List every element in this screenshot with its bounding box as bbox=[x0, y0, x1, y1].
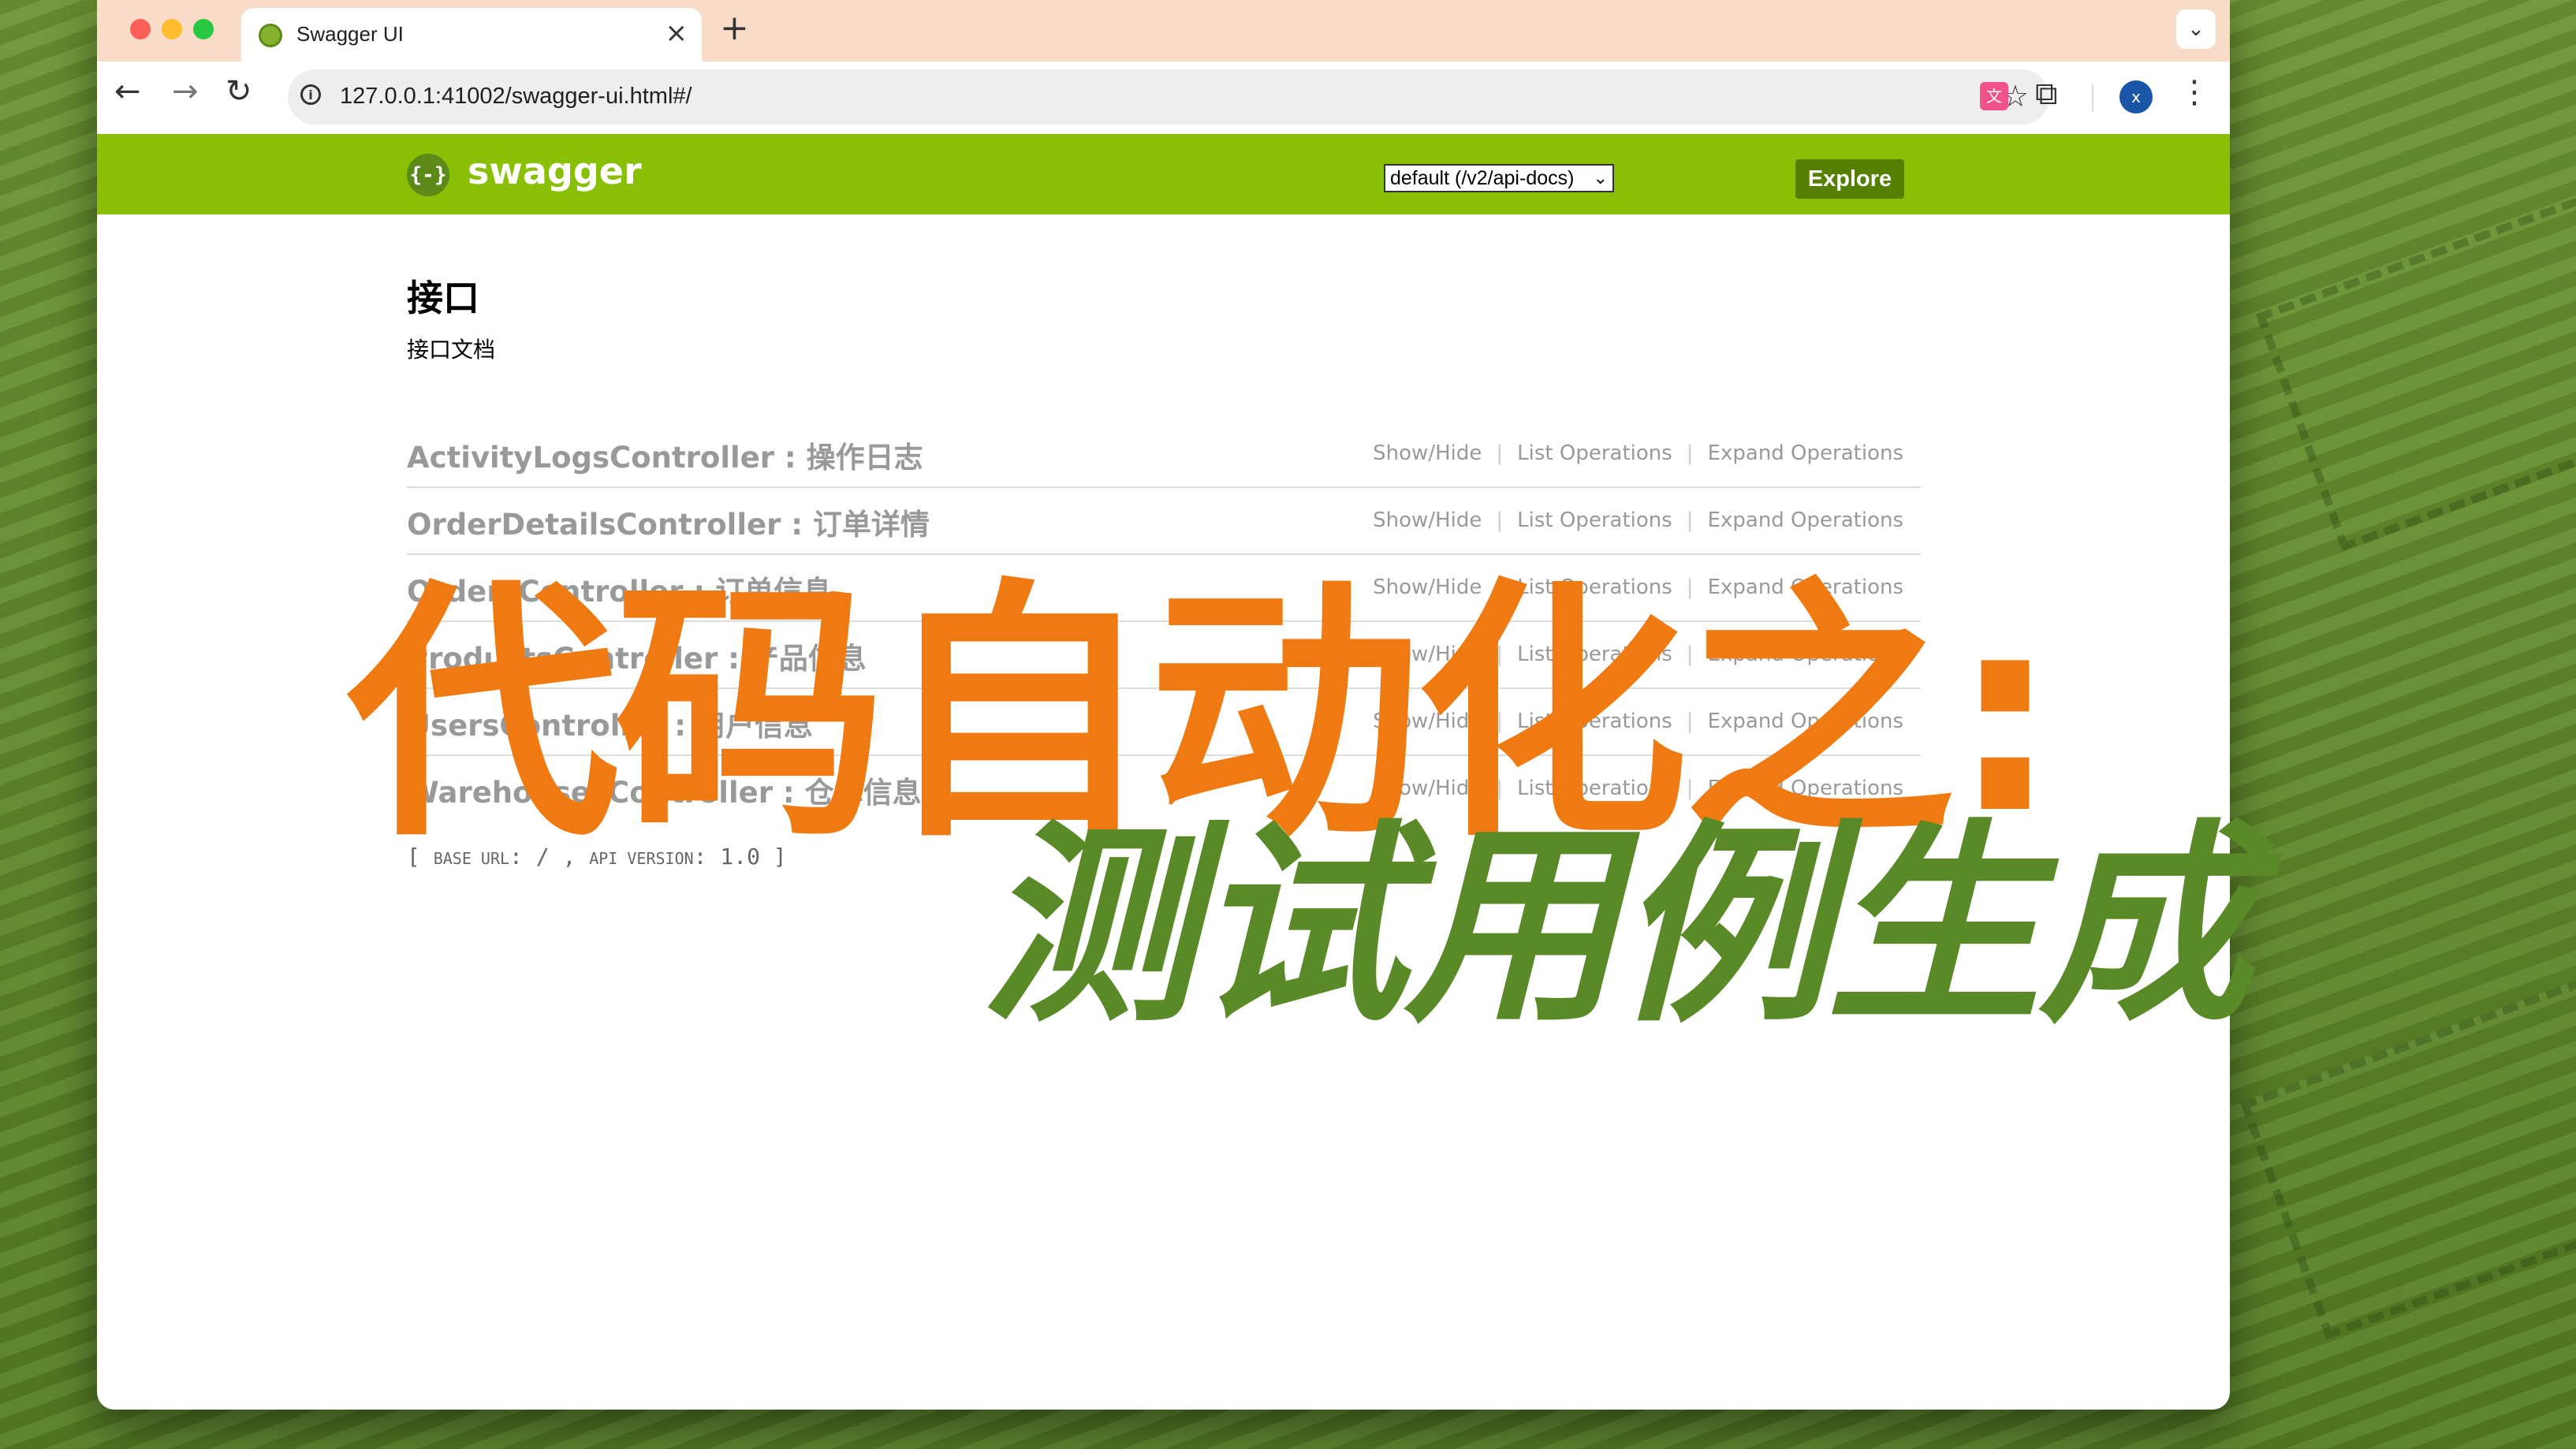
site-info-icon[interactable]: i bbox=[300, 84, 321, 105]
reload-icon[interactable]: ↻ bbox=[226, 76, 252, 107]
browser-menu-icon[interactable]: ⋮ bbox=[2179, 74, 2210, 110]
resource-row: ActivityLogsController : 操作日志 Show/Hide |… bbox=[407, 421, 1921, 488]
resource-operations: Show/Hide | List Operations | Expand Operati… bbox=[1373, 508, 1903, 532]
swagger-logo-text[interactable]: swagger bbox=[468, 150, 642, 192]
forward-icon[interactable]: → bbox=[172, 76, 199, 107]
toolbar-divider bbox=[2092, 84, 2093, 112]
window-close-button[interactable] bbox=[130, 19, 151, 39]
window-maximize-button[interactable] bbox=[193, 19, 214, 39]
browser-toolbar: ← → ↻ i 127.0.0.1:41002/swagger-ui.html#… bbox=[97, 61, 2230, 135]
resource-operations: Show/Hide | List Operations | Expand Operati… bbox=[1373, 441, 1903, 465]
tab-bar: Swagger UI × + ⌄ bbox=[97, 0, 2230, 61]
list-operations-link[interactable]: List Operations bbox=[1517, 441, 1672, 465]
divider: | bbox=[1686, 508, 1694, 532]
profile-avatar[interactable]: x bbox=[2119, 80, 2153, 114]
explore-button[interactable]: Explore bbox=[1795, 159, 1904, 199]
extensions-icon[interactable]: ⧉ bbox=[2035, 76, 2058, 112]
browser-tab[interactable]: Swagger UI × bbox=[241, 8, 702, 61]
expand-operations-link[interactable]: Expand Operations bbox=[1708, 441, 1903, 465]
api-description: 接口文档 bbox=[407, 337, 496, 363]
show-hide-link[interactable]: Show/Hide bbox=[1373, 508, 1482, 532]
resource-name[interactable]: ActivityLogsController : 操作日志 bbox=[407, 434, 923, 476]
resource-row: OrderDetailsController : 订单详情 Show/Hide |… bbox=[407, 488, 1921, 555]
chevron-down-icon: ⌄ bbox=[1593, 168, 1608, 188]
api-spec-select-value: default (/v2/api-docs) bbox=[1390, 167, 1575, 189]
swagger-logo-icon: {-} bbox=[407, 154, 449, 196]
address-bar[interactable]: i 127.0.0.1:41002/swagger-ui.html#/ ☆ bbox=[288, 69, 2049, 125]
api-spec-select[interactable]: default (/v2/api-docs) ⌄ bbox=[1384, 164, 1614, 192]
show-hide-link[interactable]: Show/Hide bbox=[1373, 441, 1482, 465]
tab-search-button[interactable]: ⌄ bbox=[2176, 9, 2216, 49]
swagger-favicon-icon bbox=[259, 24, 282, 47]
url-text[interactable]: 127.0.0.1:41002/swagger-ui.html#/ bbox=[340, 84, 692, 110]
expand-operations-link[interactable]: Expand Operations bbox=[1708, 508, 1903, 532]
translate-extension-icon[interactable]: 文 bbox=[1980, 82, 2008, 110]
divider: | bbox=[1686, 441, 1694, 465]
window-minimize-button[interactable] bbox=[162, 19, 182, 39]
resource-name[interactable]: OrderDetailsController : 订单详情 bbox=[407, 501, 930, 543]
back-icon[interactable]: ← bbox=[114, 76, 141, 107]
divider: | bbox=[1496, 441, 1504, 465]
divider: | bbox=[1496, 508, 1504, 532]
swagger-header: {-} swagger default (/v2/api-docs) ⌄ Exp… bbox=[97, 134, 2230, 214]
overlay-title-line-2: 测试用例生成 bbox=[982, 803, 2253, 1052]
tab-close-icon[interactable]: × bbox=[665, 17, 688, 49]
list-operations-link[interactable]: List Operations bbox=[1517, 508, 1672, 532]
new-tab-button[interactable]: + bbox=[720, 8, 749, 48]
api-title: 接口 bbox=[407, 277, 479, 319]
tab-title: Swagger UI bbox=[296, 22, 404, 46]
